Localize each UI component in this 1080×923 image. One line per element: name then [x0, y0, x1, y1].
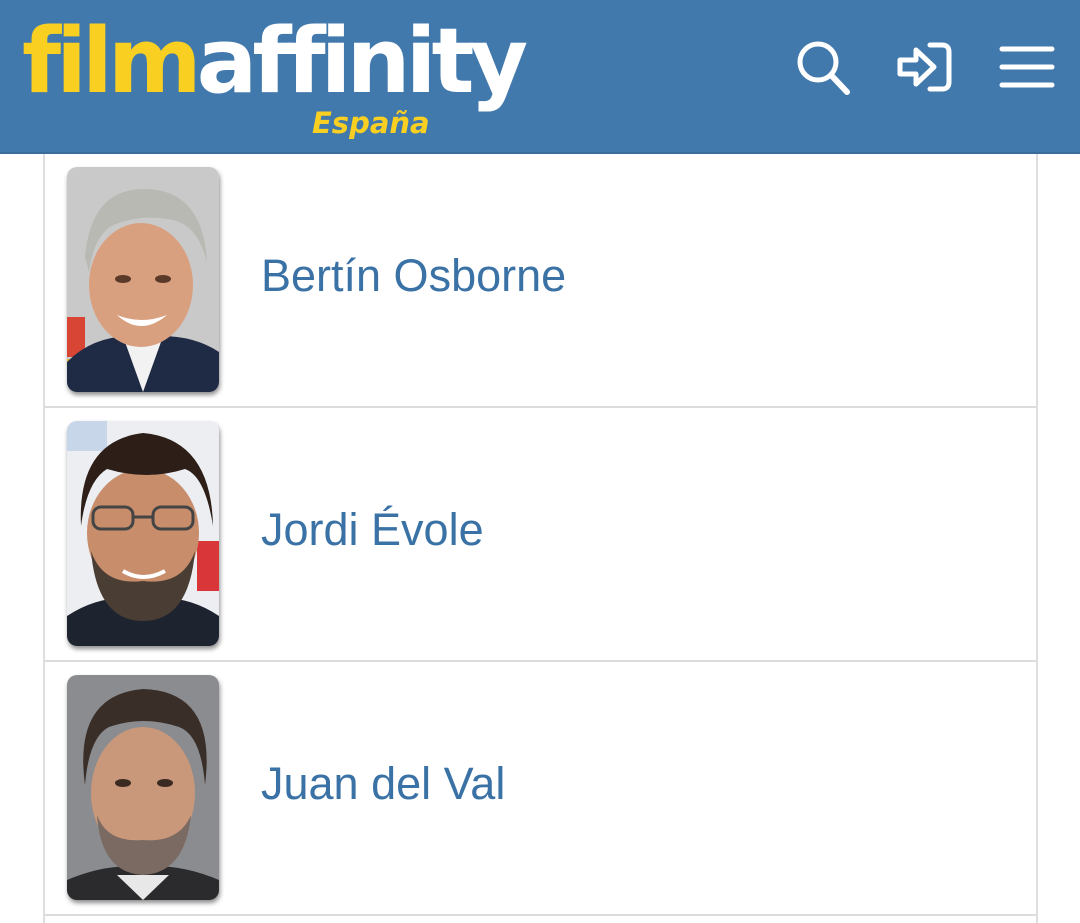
person-photo[interactable] — [67, 675, 219, 900]
logo-film-text: film — [22, 9, 202, 114]
menu-button[interactable] — [996, 36, 1058, 98]
search-button[interactable] — [792, 36, 854, 98]
person-name-link[interactable]: Juan del Val — [261, 662, 505, 916]
logo-wordmark: filmaffinity — [22, 14, 528, 110]
person-photo[interactable] — [67, 421, 219, 646]
login-icon — [897, 42, 952, 92]
login-button[interactable] — [894, 36, 956, 98]
person-photo[interactable] — [67, 167, 219, 392]
top-bar: filmaffinity España — [0, 0, 1080, 154]
logo-edition-text: España — [312, 106, 430, 140]
list-item[interactable]: Juan del Val — [45, 662, 1036, 916]
portrait-image — [67, 167, 219, 392]
filmaffinity-logo[interactable]: filmaffinity España — [22, 14, 528, 144]
logo-affinity-text: affinity — [196, 9, 529, 114]
list-item[interactable]: Jordi Évole — [45, 408, 1036, 662]
person-name-link[interactable]: Bertín Osborne — [261, 154, 566, 408]
menu-icon — [999, 46, 1055, 88]
search-icon — [797, 41, 850, 95]
list-item[interactable]: Bertín Osborne — [45, 154, 1036, 408]
person-name-link[interactable]: Jordi Évole — [261, 408, 484, 662]
portrait-image — [67, 421, 219, 646]
portrait-image — [67, 675, 219, 900]
people-list: Bertín Osborne Jordi Évole Juan del Val — [43, 154, 1038, 923]
